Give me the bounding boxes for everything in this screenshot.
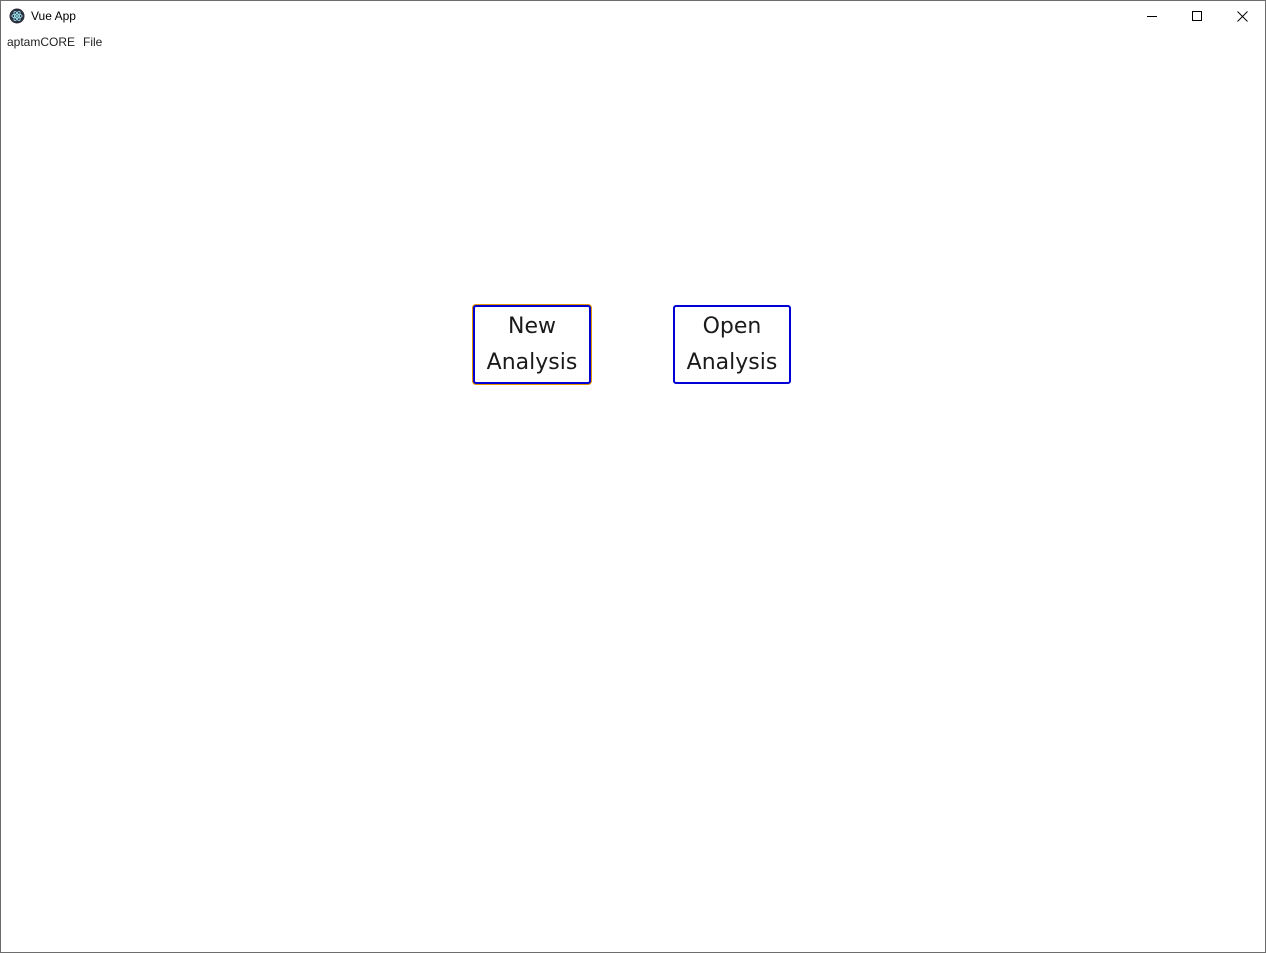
new-analysis-label-line2: Analysis [486, 349, 578, 375]
app-window: Vue App aptamCORE File New Analysis Open… [0, 0, 1266, 953]
window-title: Vue App [31, 9, 76, 23]
menu-aptamcore[interactable]: aptamCORE [7, 35, 75, 49]
open-analysis-button[interactable]: Open Analysis [673, 305, 791, 384]
close-icon [1236, 10, 1248, 22]
menu-bar: aptamCORE File [1, 31, 1265, 53]
open-analysis-label-line1: Open [702, 313, 762, 339]
main-content: New Analysis Open Analysis [1, 53, 1265, 952]
maximize-icon [1192, 11, 1202, 21]
menu-file[interactable]: File [83, 35, 102, 49]
title-bar[interactable]: Vue App [1, 1, 1265, 31]
minimize-button[interactable] [1129, 1, 1175, 31]
open-analysis-label-line2: Analysis [686, 349, 778, 375]
close-button[interactable] [1219, 1, 1265, 31]
minimize-icon [1147, 16, 1157, 17]
new-analysis-button[interactable]: New Analysis [473, 305, 591, 384]
new-analysis-label-line1: New [508, 313, 556, 339]
maximize-button[interactable] [1174, 1, 1220, 31]
electron-atom-icon [9, 8, 25, 24]
